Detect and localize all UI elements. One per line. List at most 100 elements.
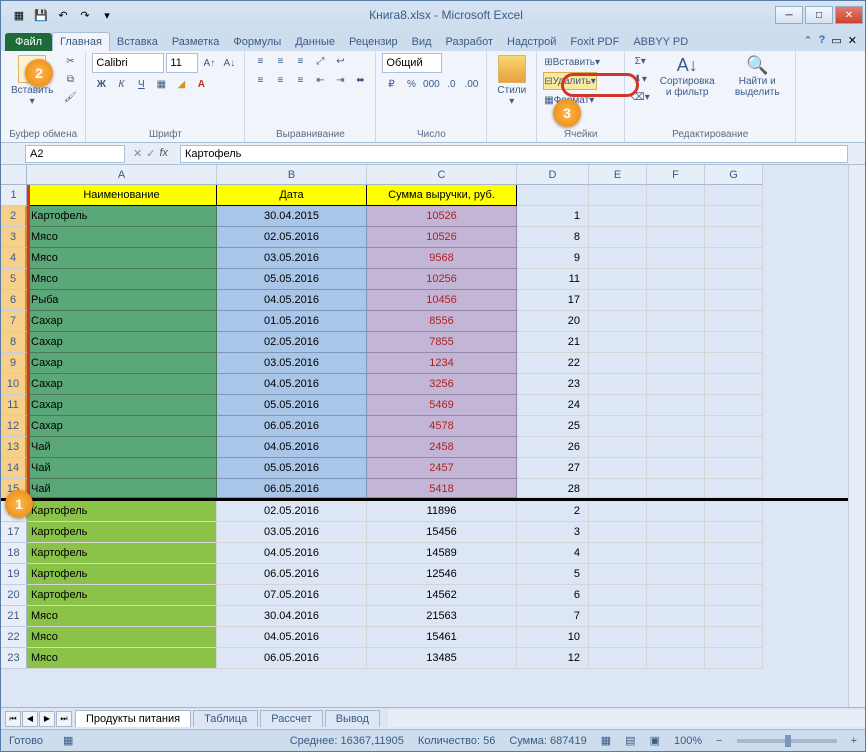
cell[interactable]: Чай [27,479,217,498]
cell[interactable]: 2458 [367,437,517,458]
undo-icon[interactable]: ↶ [53,5,73,25]
sort-filter-button[interactable]: A↓ Сортировка и фильтр [653,53,721,100]
cell[interactable] [589,606,647,627]
row-header-14[interactable]: 14 [1,458,27,479]
tab-formulas[interactable]: Формулы [226,33,288,51]
cell[interactable] [589,290,647,311]
minimize-button[interactable]: ─ [775,6,803,24]
sheet-tab[interactable]: Рассчет [260,710,323,727]
cell[interactable] [589,458,647,479]
row-header-22[interactable]: 22 [1,627,27,648]
cell[interactable] [705,311,763,332]
row-header-20[interactable]: 20 [1,585,27,606]
cell[interactable]: 02.05.2016 [217,501,367,522]
cell[interactable]: Сахар [27,353,217,374]
comma-icon[interactable]: 000 [422,76,440,92]
percent-icon[interactable]: % [402,76,420,92]
find-select-button[interactable]: 🔍 Найти и выделить [725,53,789,100]
column-header-A[interactable]: A [27,165,217,185]
cell[interactable] [705,564,763,585]
cell[interactable] [589,374,647,395]
cell[interactable] [705,332,763,353]
cell[interactable]: 22 [517,353,589,374]
fx-icon[interactable]: fx [159,147,172,160]
cell[interactable]: Картофель [27,585,217,606]
cell[interactable] [647,332,705,353]
cell[interactable] [589,648,647,669]
sheet-tab[interactable]: Таблица [193,710,258,727]
row-header-6[interactable]: 6 [1,290,27,311]
column-header-E[interactable]: E [589,165,647,185]
cell[interactable] [589,332,647,353]
cell[interactable] [589,564,647,585]
cell[interactable] [589,395,647,416]
cell[interactable]: 03.05.2016 [217,353,367,374]
cell[interactable]: 25 [517,416,589,437]
cell[interactable]: 06.05.2016 [217,648,367,669]
cell[interactable]: Наименование [27,185,217,206]
zoom-slider[interactable] [737,739,837,743]
cell[interactable]: 27 [517,458,589,479]
row-header-19[interactable]: 19 [1,564,27,585]
cell[interactable] [705,627,763,648]
row-header-3[interactable]: 3 [1,227,27,248]
cell[interactable]: Сахар [27,332,217,353]
tab-data[interactable]: Данные [288,33,342,51]
tab-view[interactable]: Вид [405,33,439,51]
indent-inc-icon[interactable]: ⇥ [331,72,349,88]
cell[interactable] [647,606,705,627]
horizontal-scrollbar[interactable] [388,710,865,727]
align-top-icon[interactable]: ≡ [251,53,269,69]
cell[interactable] [705,606,763,627]
font-color-icon[interactable]: A [192,76,210,92]
row-header-8[interactable]: 8 [1,332,27,353]
cell[interactable] [647,501,705,522]
row-header-9[interactable]: 9 [1,353,27,374]
tab-file[interactable]: Файл [5,33,52,51]
cell[interactable]: 07.05.2016 [217,585,367,606]
cell[interactable]: Картофель [27,543,217,564]
row-header-5[interactable]: 5 [1,269,27,290]
cell[interactable]: 21563 [367,606,517,627]
cell[interactable] [705,522,763,543]
view-break-icon[interactable]: ▣ [650,734,660,747]
cell[interactable]: Сумма выручки, руб. [367,185,517,206]
orientation-icon[interactable]: ⤢ [311,53,329,69]
cell[interactable] [647,248,705,269]
cell[interactable]: 17 [517,290,589,311]
tab-insert[interactable]: Вставка [110,33,165,51]
cell[interactable]: 02.05.2016 [217,332,367,353]
column-header-F[interactable]: F [647,165,705,185]
underline-icon[interactable]: Ч [132,76,150,92]
clear-icon[interactable]: ⌫▾ [631,89,649,105]
tab-foxit[interactable]: Foxit PDF [563,33,626,51]
cell[interactable] [647,522,705,543]
column-header-B[interactable]: B [217,165,367,185]
row-header-4[interactable]: 4 [1,248,27,269]
cell[interactable]: 04.05.2016 [217,627,367,648]
tab-nav-next[interactable]: ▶ [39,711,55,727]
tab-abbyy[interactable]: ABBYY PD [626,33,695,51]
help-icon[interactable]: ? [819,34,826,46]
cell[interactable]: 6 [517,585,589,606]
cell[interactable] [705,185,763,206]
cell[interactable]: Сахар [27,311,217,332]
currency-icon[interactable]: ₽ [382,76,400,92]
fill-color-icon[interactable]: ◢ [172,76,190,92]
cell[interactable] [705,374,763,395]
cell[interactable] [705,227,763,248]
tab-nav-prev[interactable]: ◀ [22,711,38,727]
cell[interactable]: Мясо [27,248,217,269]
qat-dropdown-icon[interactable]: ▾ [97,5,117,25]
cell[interactable]: 11896 [367,501,517,522]
sheet-tab[interactable]: Продукты питания [75,710,191,727]
maximize-button[interactable]: □ [805,6,833,24]
row-header-17[interactable]: 17 [1,522,27,543]
tab-developer[interactable]: Разработ [439,33,500,51]
align-right-icon[interactable]: ≡ [291,72,309,88]
cell[interactable] [589,416,647,437]
grow-font-icon[interactable]: A↑ [200,55,218,71]
cell[interactable] [589,479,647,498]
restore-doc-icon[interactable]: ▭ [831,34,841,47]
enter-formula-icon[interactable]: ✓ [146,147,155,160]
